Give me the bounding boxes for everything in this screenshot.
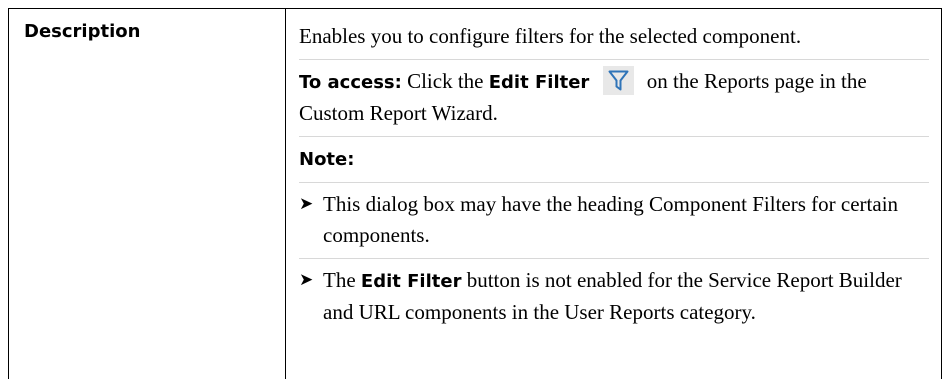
access-space (589, 69, 594, 93)
divider (299, 182, 929, 183)
bullet-item: ➤ The Edit Filter button is not enabled … (299, 265, 929, 328)
bullet-text: This dialog box may have the heading Com… (323, 192, 899, 247)
description-label-cell: Description (9, 9, 286, 379)
divider (299, 136, 929, 137)
filter-funnel-icon (608, 70, 629, 91)
edit-filter-name: Edit Filter (488, 72, 590, 93)
divider (299, 258, 929, 259)
bullet-arrow-icon: ➤ (299, 270, 314, 290)
bullet-text: The Edit Filter button is not enabled fo… (323, 265, 929, 328)
note-heading: Note: (299, 149, 355, 170)
description-label: Description (24, 21, 141, 42)
divider (299, 59, 929, 60)
description-text: Enables you to configure filters for the… (299, 24, 802, 48)
bullet-arrow-icon: ➤ (299, 194, 314, 214)
access-text-before: Click the (401, 69, 489, 93)
bullet-text-before: The (323, 268, 361, 292)
bullet-item: ➤ This dialog box may have the heading C… (299, 189, 929, 251)
bullet-bold-button-name: Edit Filter (360, 271, 462, 292)
edit-filter-button[interactable] (602, 66, 634, 95)
note-heading-paragraph: Note: (299, 143, 929, 175)
description-table: Description Enables you to configure fil… (8, 8, 942, 379)
access-paragraph: To access: Click the Edit Filter on the … (299, 66, 929, 129)
access-lead: To access: (299, 72, 402, 93)
description-content-cell: Enables you to configure filters for the… (286, 9, 941, 379)
